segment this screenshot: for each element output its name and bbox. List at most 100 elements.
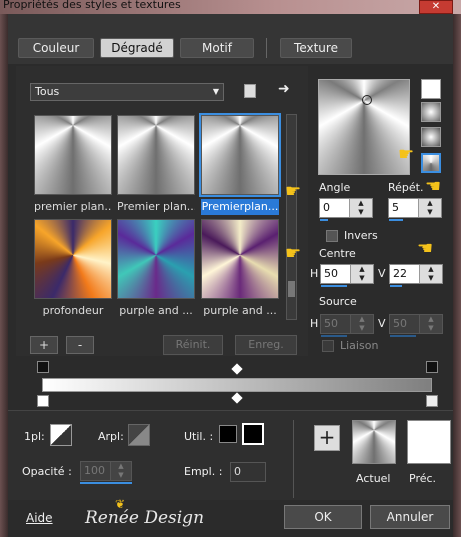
source-h-input[interactable]: 50 ▲ ▼ bbox=[320, 314, 374, 334]
foreground-color-swatch[interactable] bbox=[219, 425, 237, 443]
source-h-value: 50 bbox=[324, 317, 338, 330]
previous-label: Préc. bbox=[409, 472, 437, 485]
scrollbar-thumb[interactable] bbox=[288, 281, 295, 297]
radial-style-button[interactable] bbox=[421, 127, 441, 147]
center-crosshair-icon[interactable] bbox=[362, 95, 372, 105]
pointing-hand-icon: ☛ bbox=[285, 181, 302, 202]
source-label: Source bbox=[319, 295, 357, 308]
category-value: Tous bbox=[35, 85, 60, 98]
category-dropdown[interactable]: Tous ▼ bbox=[30, 83, 224, 101]
repeat-stepper[interactable]: ▲ ▼ bbox=[418, 199, 441, 217]
preset-thumb-5[interactable] bbox=[117, 219, 195, 299]
center-v-stepper[interactable]: ▲ ▼ bbox=[419, 265, 442, 283]
help-link[interactable]: Aide bbox=[26, 511, 53, 525]
tab-motif[interactable]: Motif bbox=[180, 38, 254, 58]
tab-divider bbox=[266, 38, 267, 58]
add-preset-button[interactable]: + bbox=[30, 336, 58, 354]
invert-checkbox[interactable] bbox=[326, 230, 338, 242]
opacity-label: Opacité : bbox=[22, 465, 72, 478]
source-h-slider[interactable] bbox=[321, 335, 347, 337]
arrow-right-icon[interactable]: ➜ bbox=[278, 81, 290, 97]
link-label: Liaison bbox=[340, 339, 379, 352]
chevron-down-icon: ▼ bbox=[212, 87, 219, 96]
window-frame-right bbox=[453, 14, 461, 537]
linear-style-button[interactable] bbox=[421, 79, 441, 99]
source-v-label: V bbox=[378, 317, 386, 330]
cancel-button[interactable]: Annuler bbox=[370, 505, 450, 529]
pointing-hand-icon: ☚ bbox=[417, 238, 434, 259]
source-v-input[interactable]: 50 ▲ ▼ bbox=[389, 314, 443, 334]
angle-label: Angle bbox=[319, 181, 351, 194]
gradient-stop-top-left[interactable] bbox=[37, 361, 49, 373]
preset-label-6: purple and ... bbox=[203, 304, 277, 317]
opacity-input[interactable]: 100 ▲ ▼ bbox=[80, 461, 132, 481]
background-swatch[interactable] bbox=[128, 424, 150, 446]
previous-swatch[interactable] bbox=[407, 420, 451, 464]
angle-input[interactable]: 0 ▲ ▼ bbox=[319, 198, 373, 218]
first-plan-swatch[interactable] bbox=[50, 424, 72, 446]
center-h-stepper[interactable]: ▲ ▼ bbox=[350, 265, 373, 283]
preset-thumb-3-selected[interactable] bbox=[199, 113, 281, 197]
source-h-label: H bbox=[310, 317, 319, 330]
preset-label-5: purple and ... bbox=[119, 304, 193, 317]
remove-preset-button[interactable]: - bbox=[66, 336, 94, 354]
preset-thumb-6[interactable] bbox=[201, 219, 279, 299]
save-button[interactable]: Enreg. bbox=[235, 335, 297, 355]
close-icon[interactable]: ✕ bbox=[419, 0, 453, 14]
title-bar: Propriétés des styles et textures ✕ bbox=[0, 0, 461, 14]
center-v-input[interactable]: 22 ▲ ▼ bbox=[389, 264, 443, 284]
center-h-slider[interactable] bbox=[321, 285, 347, 287]
center-v-value: 22 bbox=[393, 267, 407, 280]
link-checkbox[interactable] bbox=[322, 340, 334, 352]
rect-style-button[interactable] bbox=[421, 102, 441, 122]
center-h-label: H bbox=[310, 267, 319, 280]
angle-slider[interactable] bbox=[320, 219, 328, 221]
ok-button[interactable]: OK bbox=[284, 505, 362, 529]
pointing-hand-icon: ☛ bbox=[398, 144, 415, 165]
util-label: Util. : bbox=[184, 430, 214, 443]
preset-thumb-4[interactable] bbox=[34, 219, 112, 299]
center-v-slider[interactable] bbox=[390, 285, 402, 287]
window-title: Propriétés des styles et textures bbox=[3, 0, 181, 11]
center-h-input[interactable]: 50 ▲ ▼ bbox=[320, 264, 374, 284]
gradient-preview[interactable] bbox=[318, 79, 410, 175]
angle-stepper[interactable]: ▲ ▼ bbox=[349, 199, 372, 217]
opacity-slider[interactable] bbox=[80, 482, 132, 484]
background-color-swatch[interactable] bbox=[242, 423, 264, 445]
window-frame-left bbox=[0, 14, 8, 537]
color-stop-right[interactable] bbox=[426, 395, 438, 407]
tab-couleur[interactable]: Couleur bbox=[18, 38, 94, 58]
center-v-label: V bbox=[378, 267, 386, 280]
repeat-input[interactable]: 5 ▲ ▼ bbox=[388, 198, 442, 218]
repeat-label: Répét. bbox=[388, 181, 424, 194]
current-swatch[interactable] bbox=[352, 420, 396, 464]
opacity-stepper[interactable]: ▲ ▼ bbox=[110, 462, 131, 480]
preset-label-1: premier plan... bbox=[34, 200, 112, 213]
pointing-hand-icon: ☚ bbox=[425, 176, 442, 197]
gradient-stop-top-right[interactable] bbox=[426, 361, 438, 373]
source-h-stepper[interactable]: ▲ ▼ bbox=[350, 315, 373, 333]
reset-button[interactable]: Réinit. bbox=[163, 335, 223, 355]
pointing-hand-icon: ☛ bbox=[285, 243, 302, 264]
preset-thumb-2[interactable] bbox=[117, 115, 195, 195]
preset-scrollbar[interactable] bbox=[286, 114, 297, 320]
tab-texture[interactable]: Texture bbox=[280, 38, 352, 58]
gradient-bar[interactable] bbox=[42, 378, 432, 392]
source-v-slider[interactable] bbox=[390, 335, 416, 337]
tab-degrade[interactable]: Dégradé bbox=[100, 38, 174, 58]
conical-style-button[interactable] bbox=[421, 153, 441, 173]
invert-label: Invers bbox=[344, 229, 378, 242]
current-label: Actuel bbox=[356, 472, 391, 485]
add-swatch-button[interactable]: + bbox=[314, 425, 340, 451]
color-stop-left[interactable] bbox=[37, 395, 49, 407]
source-v-value: 50 bbox=[393, 317, 407, 330]
first-plan-label: 1pl: bbox=[24, 430, 45, 443]
empl-input[interactable]: 0 bbox=[230, 462, 266, 482]
preset-thumb-1[interactable] bbox=[34, 115, 112, 195]
watermark-text: Renée Design bbox=[85, 508, 205, 528]
repeat-slider[interactable] bbox=[389, 219, 403, 221]
resource-file-icon[interactable] bbox=[244, 84, 256, 98]
source-v-stepper[interactable]: ▲ ▼ bbox=[419, 315, 442, 333]
preset-label-2: Premier plan... bbox=[117, 200, 195, 213]
section-divider bbox=[293, 420, 294, 498]
